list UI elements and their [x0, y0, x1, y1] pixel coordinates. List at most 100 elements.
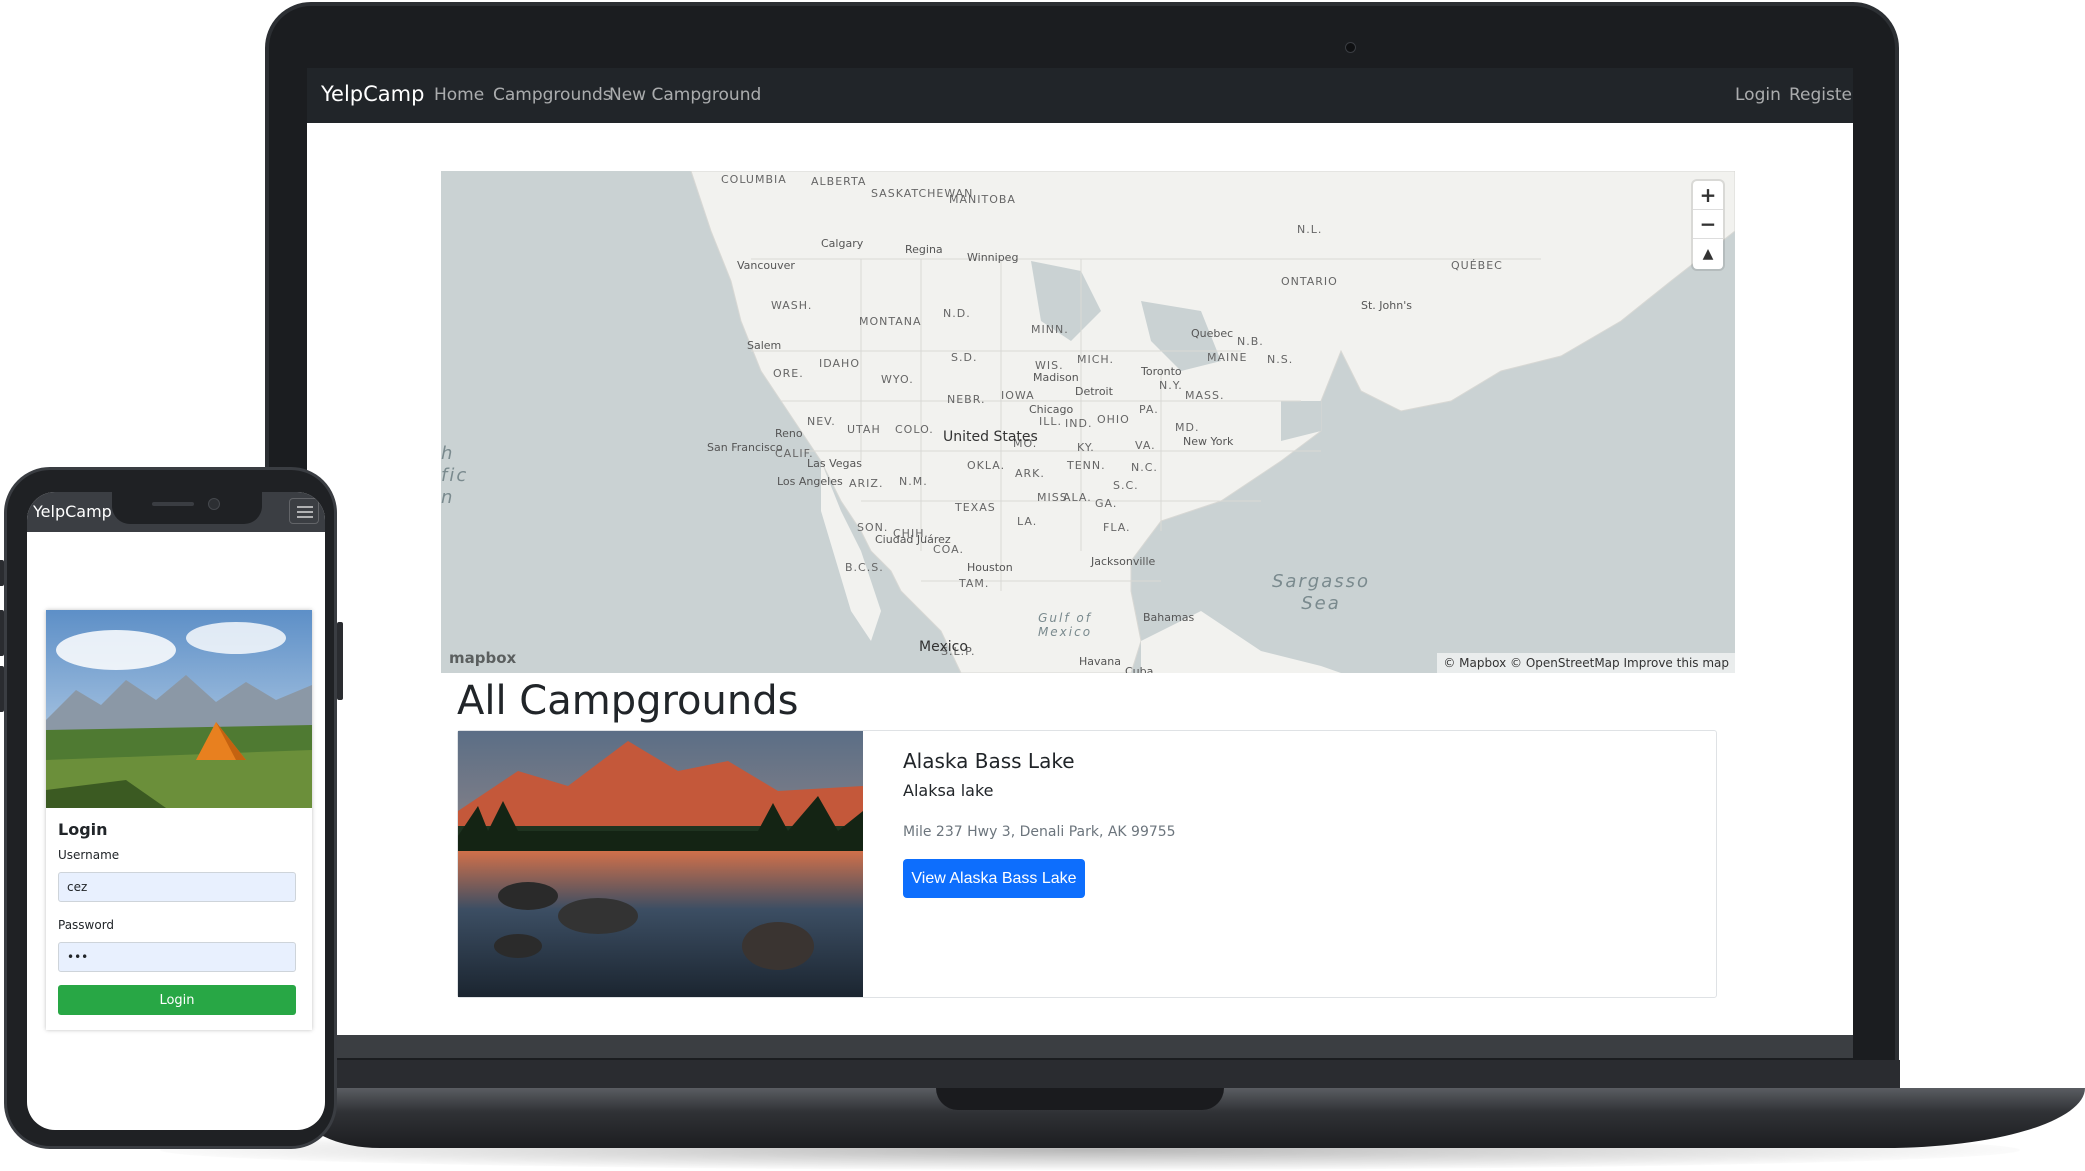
map-label: LA. [1017, 515, 1038, 528]
map-city: Calgary [821, 237, 864, 250]
map-label: OHIO [1097, 413, 1130, 426]
map-city: Houston [967, 561, 1013, 574]
phone-side-button [0, 610, 4, 656]
nav-link-home[interactable]: Home [434, 85, 484, 105]
map-city: Las Vegas [807, 457, 862, 470]
map-country: Mexico [919, 639, 968, 655]
laptop-hinge [300, 1060, 1900, 1090]
map-label: MD. [1175, 421, 1200, 434]
map-city: New York [1183, 435, 1234, 448]
map-city: Havana [1079, 655, 1121, 668]
map-label: ARIZ. [849, 477, 884, 490]
map-label: NEBR. [947, 393, 986, 406]
map-city: Winnipeg [967, 251, 1019, 264]
map-city: St. John's [1361, 299, 1412, 312]
map-country: United States [943, 429, 1038, 445]
login-button[interactable]: Login [58, 985, 296, 1015]
map-city: Chicago [1029, 403, 1074, 416]
map-label: MANITOBA [949, 193, 1016, 206]
page-title: All Campgrounds [457, 678, 799, 724]
navbar: YelpCamp Home Campgrounds New Campground… [307, 68, 1853, 123]
phone-notch [112, 492, 262, 524]
map-label: MASS. [1185, 389, 1225, 402]
map-label: B.C.S. [845, 561, 884, 574]
map-label: N.B. [1237, 335, 1264, 348]
map-label: ILL. [1039, 415, 1062, 428]
map-city: Bahamas [1143, 611, 1195, 624]
map-city: Los Angeles [777, 475, 843, 488]
map-label: IOWA [1001, 389, 1035, 402]
map-label: MAINE [1207, 351, 1248, 364]
phone-screen: YelpCamp Login Username cez Password •••… [27, 492, 325, 1130]
campground-description: Alaksa lake [903, 781, 994, 800]
map-label: COLUMBIA [721, 173, 787, 186]
map-label: OKLA. [967, 459, 1006, 472]
nav-link-new-campground[interactable]: New Campground [609, 85, 761, 105]
map-label: NEV. [807, 415, 836, 428]
map-label: S.D. [951, 351, 978, 364]
map-label: TAM. [959, 577, 990, 590]
map-label: ALBERTA [811, 175, 867, 188]
map-city: Regina [905, 243, 943, 256]
map-city: Madison [1033, 371, 1079, 384]
login-heading: Login [58, 820, 108, 839]
phone-side-button [0, 560, 4, 586]
map-ocean-partial: h fic n [441, 443, 469, 508]
map-label: MINN. [1031, 323, 1069, 336]
device-mockup: YelpCamp Home Campgrounds New Campground… [0, 0, 2085, 1171]
map-city: San Francisco [707, 441, 783, 454]
map-label: IDAHO [819, 357, 860, 370]
map-label: WYO. [881, 373, 914, 386]
zoom-out-button[interactable]: − [1693, 210, 1723, 239]
map-label: KY. [1077, 441, 1095, 454]
map-label: N.M. [899, 475, 928, 488]
mapbox-logo[interactable]: mapbox [449, 649, 516, 667]
laptop-screen: YelpCamp Home Campgrounds New Campground… [307, 68, 1853, 1035]
view-campground-button[interactable]: View Alaska Bass Lake [903, 859, 1085, 898]
map-label: S.C. [1113, 479, 1139, 492]
map-label: N.C. [1131, 461, 1158, 474]
password-input[interactable]: ••• [58, 942, 296, 972]
map-attribution[interactable]: © Mapbox © OpenStreetMap Improve this ma… [1437, 653, 1735, 673]
map-label: QUÉBEC [1451, 259, 1503, 272]
compass-button[interactable]: ▲ [1693, 239, 1723, 268]
map-label: TENN. [1067, 459, 1106, 472]
navbar-brand[interactable]: YelpCamp [321, 82, 424, 106]
password-label: Password [58, 918, 115, 932]
map-city: Vancouver [737, 259, 795, 272]
campground-title: Alaska Bass Lake [903, 749, 1075, 773]
zoom-in-button[interactable]: + [1693, 181, 1723, 210]
map-label: UTAH [847, 423, 881, 436]
nav-link-campgrounds[interactable]: Campgrounds [493, 85, 612, 105]
login-image [46, 610, 312, 808]
phone-navbar-brand[interactable]: YelpCamp [33, 502, 112, 521]
map-label: ALA. [1063, 491, 1092, 504]
nav-link-register[interactable]: Register [1789, 85, 1853, 105]
hamburger-icon[interactable] [289, 498, 319, 524]
map-label: N.L. [1297, 223, 1323, 236]
map-controls: + − ▲ [1693, 181, 1723, 269]
login-card: Login Username cez Password ••• Login [46, 610, 312, 1030]
username-input[interactable]: cez [58, 872, 296, 902]
map-label: FLA. [1103, 521, 1131, 534]
map-label: PA. [1139, 403, 1159, 416]
map-city: Toronto [1141, 365, 1182, 378]
map-label: ONTARIO [1281, 275, 1338, 288]
map-label: MONTANA [859, 315, 922, 328]
front-camera-icon [208, 498, 220, 510]
map-label: MICH. [1077, 353, 1114, 366]
map-label: N.S. [1267, 353, 1294, 366]
map-label: IND. [1065, 417, 1093, 430]
map-label: ORE. [773, 367, 804, 380]
phone-power-button [337, 622, 343, 700]
nav-link-login[interactable]: Login [1735, 85, 1781, 105]
map-city: Cuba [1125, 665, 1154, 673]
phone-side-button [0, 666, 4, 712]
map-city: Reno [775, 427, 803, 440]
map-city: Jacksonville [1091, 555, 1156, 568]
map-label: VA. [1135, 439, 1156, 452]
map-sea: Gulf of Mexico [1037, 611, 1093, 639]
map-label: N.D. [943, 307, 971, 320]
cluster-map[interactable]: COLUMBIA ALBERTA SASKATCHEWAN MANITOBA O… [441, 171, 1735, 673]
map-label: N.Y. [1159, 379, 1183, 392]
